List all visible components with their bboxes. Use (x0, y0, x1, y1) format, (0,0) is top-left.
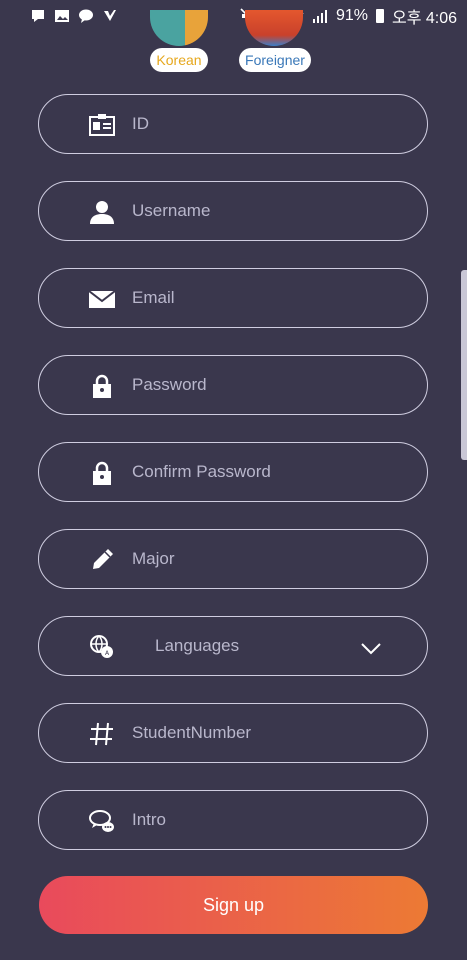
language-icon: A (89, 634, 115, 660)
battery-percent: 91% (335, 7, 368, 24)
lock-icon (89, 460, 115, 486)
password-field[interactable]: Password (38, 355, 428, 415)
password-placeholder: Password (132, 375, 207, 394)
username-placeholder: Username (132, 201, 211, 220)
student-number-placeholder: StudentNumber (132, 723, 252, 742)
korean-label[interactable]: Korean (150, 48, 208, 72)
major-field[interactable]: Major (38, 529, 428, 589)
pencil-icon (89, 547, 115, 573)
check-icon (102, 8, 118, 24)
id-placeholder: ID (132, 114, 149, 133)
id-card-icon (89, 112, 115, 138)
signal-icon (312, 8, 328, 24)
confirm-password-placeholder: Confirm Password (132, 462, 271, 481)
image-icon (54, 8, 70, 24)
korean-avatar[interactable] (150, 10, 208, 46)
id-field[interactable]: ID (38, 94, 428, 154)
username-field[interactable]: Username (38, 181, 428, 241)
foreigner-avatar[interactable] (245, 10, 303, 46)
languages-placeholder: Languages (155, 636, 240, 655)
email-placeholder: Email (132, 288, 175, 307)
status-left (30, 8, 118, 24)
scrollbar[interactable] (461, 270, 467, 460)
student-number-field[interactable]: StudentNumber (38, 703, 428, 763)
chat-bubble-icon (89, 808, 115, 834)
status-bar: 91% 오후 4:06 (0, 0, 467, 32)
user-icon (89, 199, 115, 225)
lock-icon (89, 373, 115, 399)
languages-select[interactable]: A Languages (38, 616, 428, 676)
mail-icon (89, 286, 115, 312)
hash-icon (89, 721, 115, 747)
foreigner-label[interactable]: Foreigner (239, 48, 311, 72)
chat-icon (78, 8, 94, 24)
talk-icon (30, 8, 46, 24)
clock: 오후 4:06 (391, 10, 457, 27)
intro-field[interactable]: Intro (38, 790, 428, 850)
intro-placeholder: Intro (132, 810, 167, 829)
major-placeholder: Major (132, 549, 175, 568)
confirm-password-field[interactable]: Confirm Password (38, 442, 428, 502)
signup-button[interactable]: Sign up (39, 876, 428, 934)
battery-icon (375, 9, 384, 23)
email-field[interactable]: Email (38, 268, 428, 328)
chevron-down-icon[interactable] (360, 637, 382, 659)
